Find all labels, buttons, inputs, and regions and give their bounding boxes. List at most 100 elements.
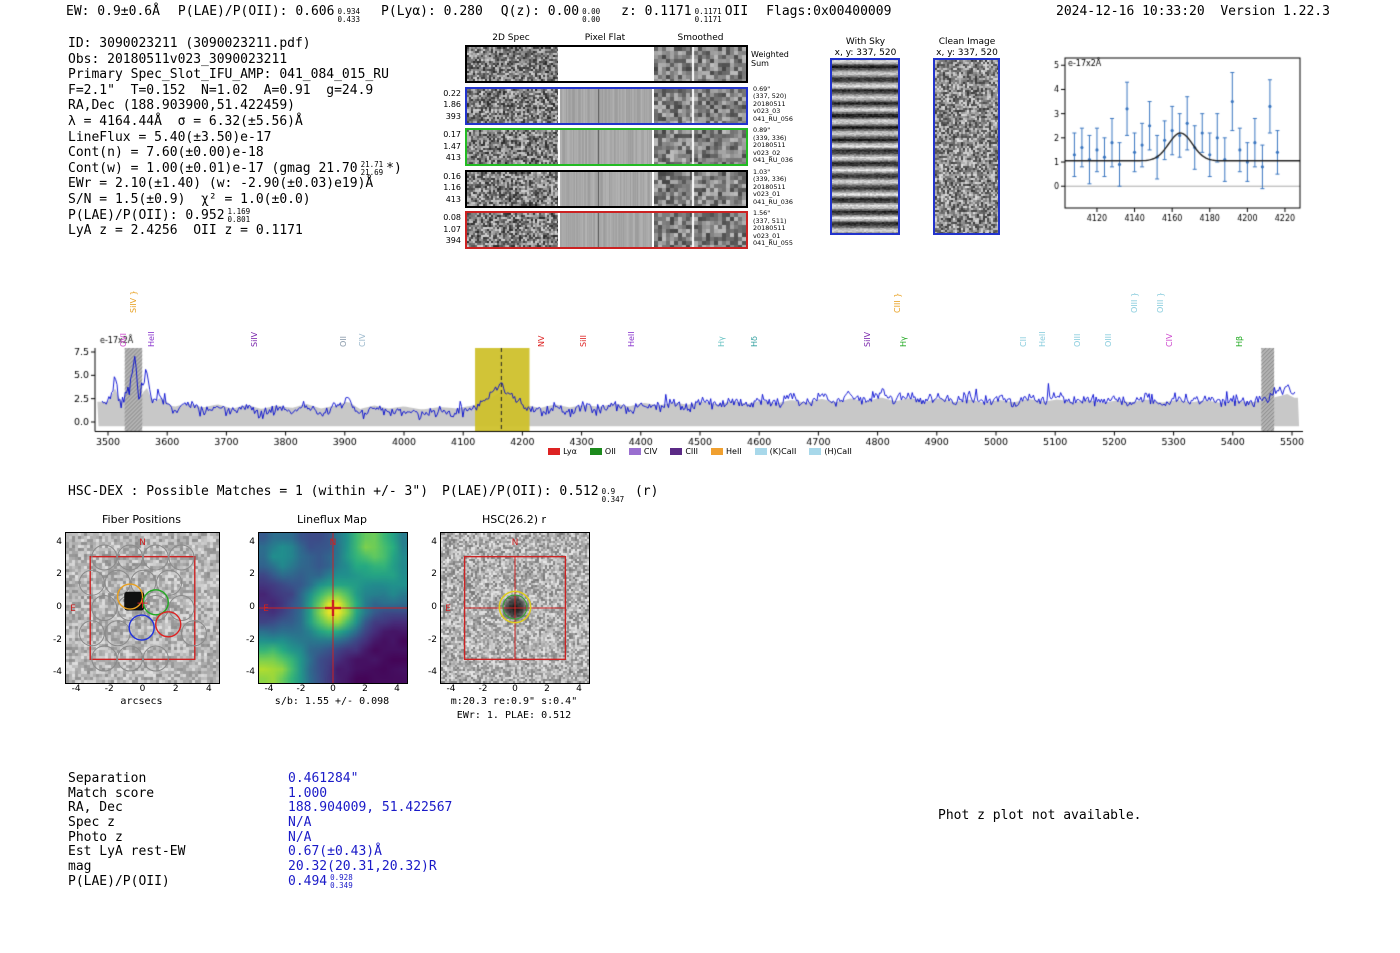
emission-line-label: CIV — [1165, 333, 1175, 347]
legend-swatch — [809, 448, 822, 455]
weighted-sum-line: Sum — [751, 59, 769, 68]
pixel-flat-image — [560, 88, 652, 123]
fiber-circle — [117, 544, 144, 571]
emission-line-label: OIII } — [1129, 291, 1139, 313]
continuum-n: Cont(n) = 7.60(±0.00)e-18 — [68, 145, 264, 161]
spec2d-meta-line: 041_RU_055 — [753, 239, 793, 247]
lineflux-map-overlay: NE — [259, 533, 407, 683]
z-summary: z: 0.1171 0.1171 0.1171 OII — [621, 4, 749, 24]
photz-note: Phot z plot not available. — [938, 808, 1142, 823]
match-value: 0.67(±0.43)Å — [288, 844, 382, 860]
table-row: P(LAE)/P(OII) 0.494 0.928 0.349 — [68, 873, 452, 890]
fiber-circle — [130, 569, 157, 596]
fiber-circle — [142, 544, 169, 571]
tick-label: 4 — [431, 536, 437, 547]
fiber-positions-overlay: NE — [70, 538, 207, 672]
spec2d-row — [465, 169, 748, 208]
emission-line-label: OII — [338, 335, 348, 347]
tick-label: -2 — [296, 684, 306, 694]
col-header-smoothed: Smoothed — [677, 33, 724, 43]
primary-slot: Primary Spec_Slot_IFU_AMP: 041_084_015_R… — [68, 67, 389, 83]
compass-north-label: N — [330, 538, 337, 548]
tick-label: -4 — [246, 667, 255, 678]
spec2d-weight-value: 393 — [445, 111, 461, 121]
legend-item: (H)CaII — [809, 447, 852, 456]
emission-line-label: CII — [1018, 336, 1028, 347]
with-sky-title: With Sky x, y: 337, 520 — [818, 37, 913, 59]
fiber-circle — [156, 569, 183, 596]
emission-line-label: HeII — [1038, 331, 1048, 347]
emission-line-label: CIII } — [893, 292, 903, 313]
tick-label: -4 — [428, 667, 437, 678]
hsc-caption-1: m:20.3 re:0.9" s:0.4" — [450, 696, 578, 707]
fiber-circle — [91, 645, 118, 672]
legend-item: HeII — [711, 447, 742, 456]
match-value: 0.461284" — [288, 771, 359, 786]
spec2d-weight-value: 394 — [445, 236, 461, 245]
fiber-positions-panel: NE -4 -4 -2 -2 0 0 2 2 4 4 — [53, 532, 220, 694]
legend-swatch — [589, 448, 602, 455]
hscdex-matches: HSC-DEX : Possible Matches = 1 (within +… — [68, 484, 429, 499]
hsc-cutout-overlay: NE — [445, 538, 567, 661]
seeing-stats: F=2.1" T=0.152 N=1.02 A=0.91 g=24.9 — [68, 82, 374, 98]
legend-swatch — [670, 448, 683, 455]
emission-line-label: OIII — [1072, 333, 1082, 347]
table-row: Match score 1.000 — [68, 786, 452, 801]
match-value-uncertainty: 0.928 0.349 — [330, 873, 353, 890]
compass-east-label: E — [70, 604, 76, 614]
tick-label: 4 — [56, 536, 62, 547]
selected-fiber-circle — [128, 614, 155, 641]
fiber-circle — [91, 594, 118, 622]
tick-label: -4 — [446, 684, 456, 694]
ew-summary: EW: 0.9±0.6Å — [66, 4, 160, 19]
with-sky-title-text: With Sky — [845, 37, 886, 47]
fiber-circle — [142, 645, 169, 672]
plae-uncertainty: 0.934 0.433 — [337, 7, 361, 24]
smoothed-image — [654, 88, 746, 123]
tick-label: 4 — [394, 684, 400, 694]
plya-summary: P(Lyα): 0.280 — [381, 4, 483, 19]
emission-line-label: SiIV — [250, 331, 260, 347]
match-value: 1.000 — [288, 785, 328, 801]
spec2d-row-meta: 1.03" (339, 336) 20180511 v023_01 041_RU_036 — [753, 168, 793, 207]
spec2d-weight-value: 413 — [445, 194, 461, 204]
spec2d-weight-value: 0.22 — [443, 88, 461, 98]
match-label: Photo z — [68, 829, 123, 845]
col-header-pixelflat: Pixel Flat — [584, 33, 626, 43]
legend-label: CIV — [643, 447, 658, 456]
qz-summary: Q(z): 0.00 0.00 0.00 — [500, 4, 601, 24]
spec2d-row — [465, 45, 748, 83]
lineflux-map-title: Lineflux Map — [296, 513, 368, 526]
spec2d-row-weights: 0.08 1.07 394 — [437, 212, 461, 247]
tick-label: 4 — [206, 684, 212, 694]
fiber-circle — [168, 544, 195, 571]
table-row: Est LyA rest-EW 0.67(±0.43)Å — [68, 844, 452, 859]
emission-line-label: OVI — [118, 333, 128, 347]
compass-north-label: N — [139, 538, 146, 548]
weighted-sum-label: Weighted Sum — [751, 50, 789, 68]
hsc-cutout-title: HSC(26.2) r — [481, 513, 547, 526]
match-value: 20.32(20.31,20.32)R — [288, 859, 437, 875]
fiber-circle — [104, 620, 131, 647]
spec2d-row — [465, 128, 748, 166]
emission-line-label: SiIV } — [129, 290, 139, 313]
ra-dec: RA,Dec (188.903900,51.422459) — [68, 98, 295, 114]
tick-label: 0 — [431, 602, 437, 612]
spec2d-weight-value: 1.16 — [443, 183, 461, 192]
selected-fiber-circle — [155, 611, 182, 638]
legend-item: CIV — [628, 447, 658, 456]
clean-image-title-text: Clean Image — [938, 37, 996, 47]
match-label: Match score — [68, 785, 155, 801]
smoothed-image — [654, 130, 746, 164]
tick-label: 4 — [576, 684, 582, 694]
compass-north-label: N — [512, 538, 519, 548]
emission-line-label: OIII } — [1155, 291, 1165, 313]
hscdex-filter: (r) — [634, 484, 659, 499]
tick-label: 0 — [512, 684, 518, 694]
compass-east-label: E — [263, 604, 269, 614]
tick-label: -2 — [478, 684, 488, 694]
match-value: 0.494 — [288, 873, 328, 889]
match-label: mag — [68, 859, 92, 875]
continuum-w: Cont(w) = 1.00(±0.01)e-17 (gmag 21.70 21.… — [68, 159, 402, 177]
emission-line-label: CIV — [358, 333, 368, 347]
